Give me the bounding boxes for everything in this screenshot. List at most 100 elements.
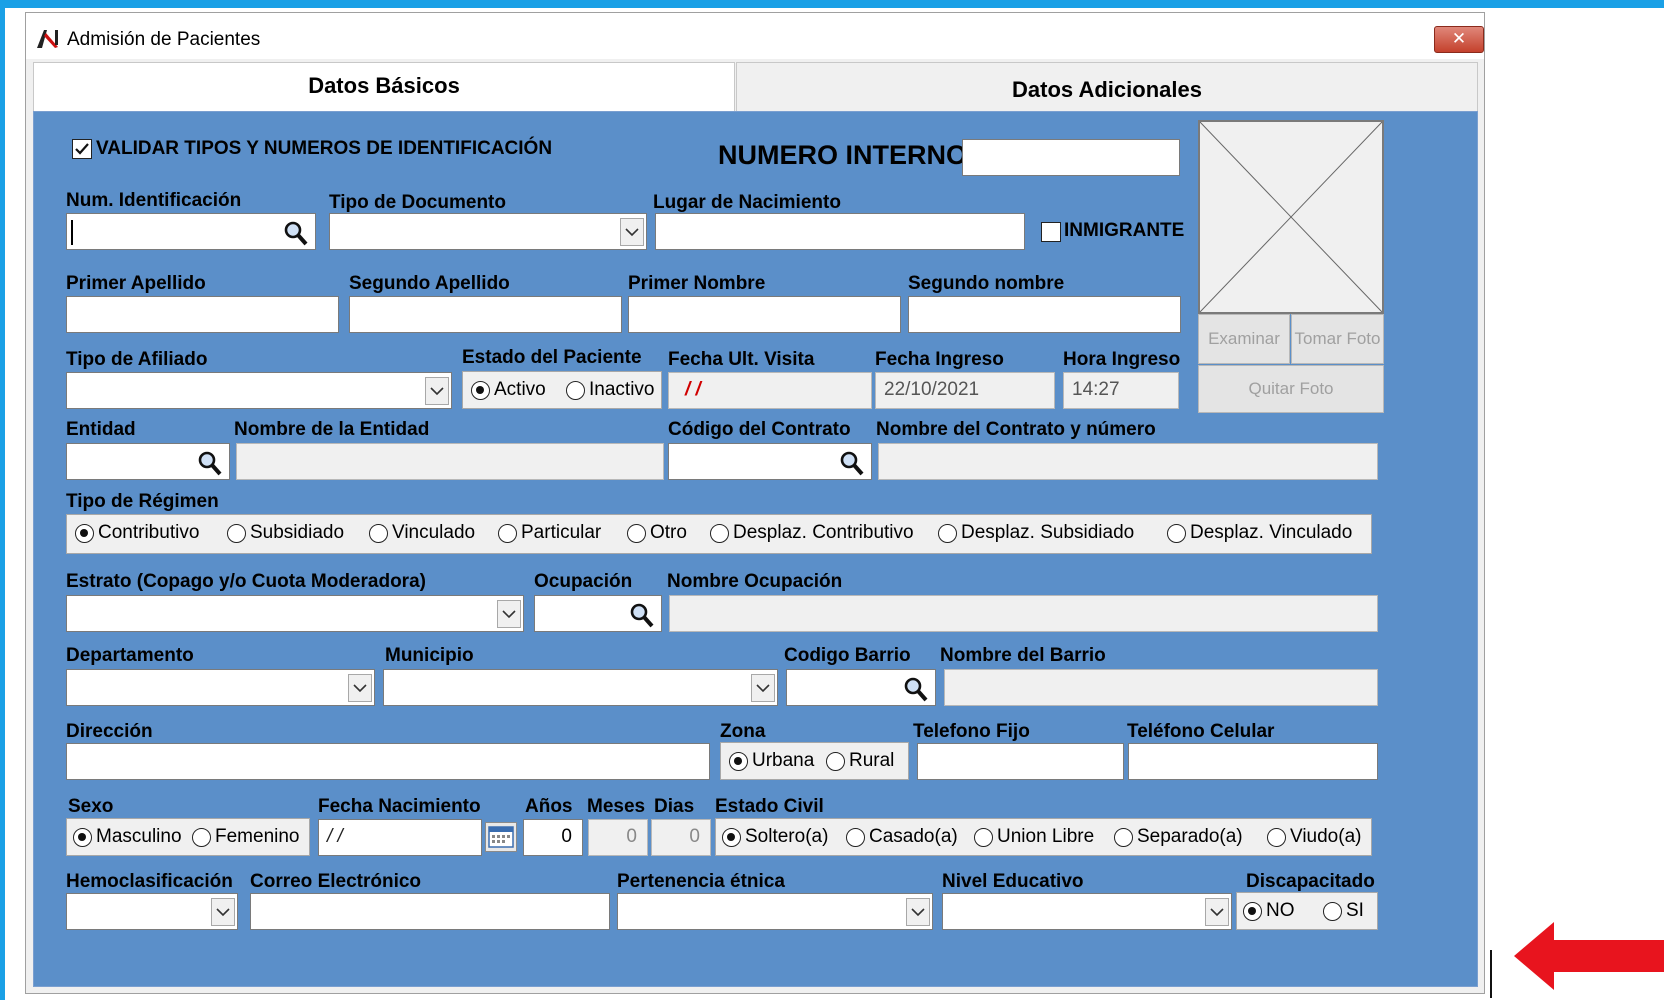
fecha-ult-visita-input[interactable]: / /: [668, 372, 872, 409]
tipo-afiliado-label: Tipo de Afiliado: [66, 349, 208, 370]
tipo-afiliado-select[interactable]: [66, 372, 452, 409]
nombre-entidad-input: [236, 443, 664, 480]
sexo-group: Masculino Femenino: [66, 818, 310, 856]
radio-subsidiado[interactable]: Subsidiado: [227, 522, 344, 544]
numero-interno-input[interactable]: [962, 139, 1180, 176]
tipo-regimen-label: Tipo de Régimen: [66, 491, 219, 512]
radio-desplaz-subsidiado[interactable]: Desplaz. Subsidiado: [938, 522, 1134, 544]
radio-urbana[interactable]: Urbana: [729, 750, 814, 772]
radio-otro[interactable]: Otro: [627, 522, 687, 544]
radio-desplaz-contributivo[interactable]: Desplaz. Contributivo: [710, 522, 914, 544]
radio-soltero[interactable]: Soltero(a): [722, 826, 828, 848]
tab-datos-adicionales[interactable]: Datos Adicionales: [736, 62, 1478, 114]
telefono-celular-label: Teléfono Celular: [1127, 721, 1275, 742]
search-icon[interactable]: [197, 449, 223, 477]
hora-ingreso-label: Hora Ingreso: [1063, 349, 1181, 370]
num-identificacion-input[interactable]: [66, 213, 316, 250]
hemoclasificacion-label: Hemoclasificación: [66, 871, 233, 892]
radio-discapacitado-no[interactable]: NO: [1243, 900, 1295, 922]
radio-union-libre[interactable]: Union Libre: [974, 826, 1094, 848]
pertenencia-select[interactable]: [617, 893, 933, 930]
radio-inactivo[interactable]: Inactivo: [566, 379, 654, 401]
hemoclasificacion-select[interactable]: [66, 893, 238, 930]
tipo-documento-select[interactable]: [329, 213, 647, 250]
entidad-label: Entidad: [66, 419, 136, 440]
app-icon: [37, 30, 58, 48]
quitar-foto-button[interactable]: Quitar Foto: [1198, 365, 1384, 413]
primer-nombre-label: Primer Nombre: [628, 273, 766, 294]
calendar-icon[interactable]: [485, 822, 517, 852]
radio-activo[interactable]: Activo: [471, 379, 546, 401]
fecha-ult-visita-label: Fecha Ult. Visita: [668, 349, 815, 370]
ocupacion-input[interactable]: [534, 595, 662, 632]
radio-viudo[interactable]: Viudo(a): [1267, 826, 1361, 848]
correo-input[interactable]: [250, 893, 610, 930]
search-icon[interactable]: [839, 449, 865, 477]
entidad-input[interactable]: [66, 443, 230, 480]
examinar-button[interactable]: Examinar: [1198, 314, 1290, 364]
anos-input[interactable]: 0: [523, 819, 583, 856]
direccion-input[interactable]: [66, 743, 710, 780]
inmigrante-checkbox[interactable]: [1041, 222, 1061, 242]
radio-discapacitado-si[interactable]: SI: [1323, 900, 1364, 922]
radio-desplaz-vinculado[interactable]: Desplaz. Vinculado: [1167, 522, 1352, 544]
lugar-nacimiento-input[interactable]: [655, 213, 1025, 250]
codigo-contrato-input[interactable]: [668, 443, 872, 480]
red-arrow-icon: [1514, 922, 1664, 990]
departamento-select[interactable]: [66, 669, 375, 706]
numero-interno-label: NUMERO INTERNO: [718, 140, 967, 170]
meses-label: Meses: [587, 796, 646, 817]
segundo-apellido-input[interactable]: [349, 296, 622, 333]
fecha-nacimiento-label: Fecha Nacimiento: [318, 796, 481, 817]
telefono-celular-input[interactable]: [1128, 743, 1378, 780]
dias-input: 0: [651, 819, 711, 856]
nombre-contrato-label: Nombre del Contrato y número: [876, 419, 1156, 440]
text-caret: [1490, 950, 1492, 998]
radio-vinculado[interactable]: Vinculado: [369, 522, 475, 544]
estrato-label: Estrato (Copago y/o Cuota Moderadora): [66, 571, 426, 592]
radio-casado[interactable]: Casado(a): [846, 826, 958, 848]
radio-masculino[interactable]: Masculino: [73, 826, 182, 848]
fecha-ingreso-label: Fecha Ingreso: [875, 349, 1004, 370]
radio-contributivo[interactable]: Contributivo: [75, 522, 199, 544]
screen-frame-left: [0, 0, 5, 1000]
primer-apellido-input[interactable]: [66, 296, 339, 333]
dias-label: Dias: [654, 796, 695, 817]
close-button[interactable]: ✕: [1434, 26, 1484, 53]
nivel-educativo-label: Nivel Educativo: [942, 871, 1084, 892]
segundo-nombre-input[interactable]: [908, 296, 1181, 333]
window-title: Admisión de Pacientes: [67, 29, 261, 50]
chevron-down-icon: [497, 600, 521, 628]
search-icon[interactable]: [283, 219, 309, 247]
photo-placeholder: [1198, 120, 1384, 314]
lugar-nacimiento-label: Lugar de Nacimiento: [653, 192, 841, 213]
num-identificacion-label: Num. Identificación: [66, 190, 242, 211]
codigo-barrio-input[interactable]: [786, 669, 936, 706]
chevron-down-icon: [906, 898, 930, 926]
primer-nombre-input[interactable]: [628, 296, 901, 333]
segundo-apellido-label: Segundo Apellido: [349, 273, 510, 294]
nivel-educativo-select[interactable]: [942, 893, 1232, 930]
telefono-fijo-input[interactable]: [917, 743, 1124, 780]
radio-femenino[interactable]: Femenino: [192, 826, 300, 848]
fecha-nacimiento-input[interactable]: / /: [318, 819, 482, 856]
title-bar: Admisión de Pacientes ✕: [26, 13, 1484, 59]
validar-checkbox[interactable]: [72, 139, 92, 159]
municipio-select[interactable]: [383, 669, 778, 706]
validar-label: VALIDAR TIPOS Y NUMEROS DE IDENTIFICACIÓ…: [96, 138, 553, 159]
radio-particular[interactable]: Particular: [498, 522, 601, 544]
tomar-foto-button[interactable]: Tomar Foto: [1291, 314, 1384, 364]
radio-rural[interactable]: Rural: [826, 750, 894, 772]
search-icon[interactable]: [903, 675, 929, 703]
form-panel: VALIDAR TIPOS Y NUMEROS DE IDENTIFICACIÓ…: [33, 111, 1478, 987]
nombre-contrato-input: [878, 443, 1378, 480]
direccion-label: Dirección: [66, 721, 153, 742]
search-icon[interactable]: [629, 601, 655, 629]
estrato-select[interactable]: [66, 595, 524, 632]
radio-separado[interactable]: Separado(a): [1114, 826, 1243, 848]
nombre-barrio-input: [944, 669, 1378, 706]
primer-apellido-label: Primer Apellido: [66, 273, 206, 294]
tab-datos-basicos[interactable]: Datos Básicos: [33, 62, 735, 114]
ocupacion-label: Ocupación: [534, 571, 633, 592]
discapacitado-label: Discapacitado: [1246, 871, 1375, 892]
